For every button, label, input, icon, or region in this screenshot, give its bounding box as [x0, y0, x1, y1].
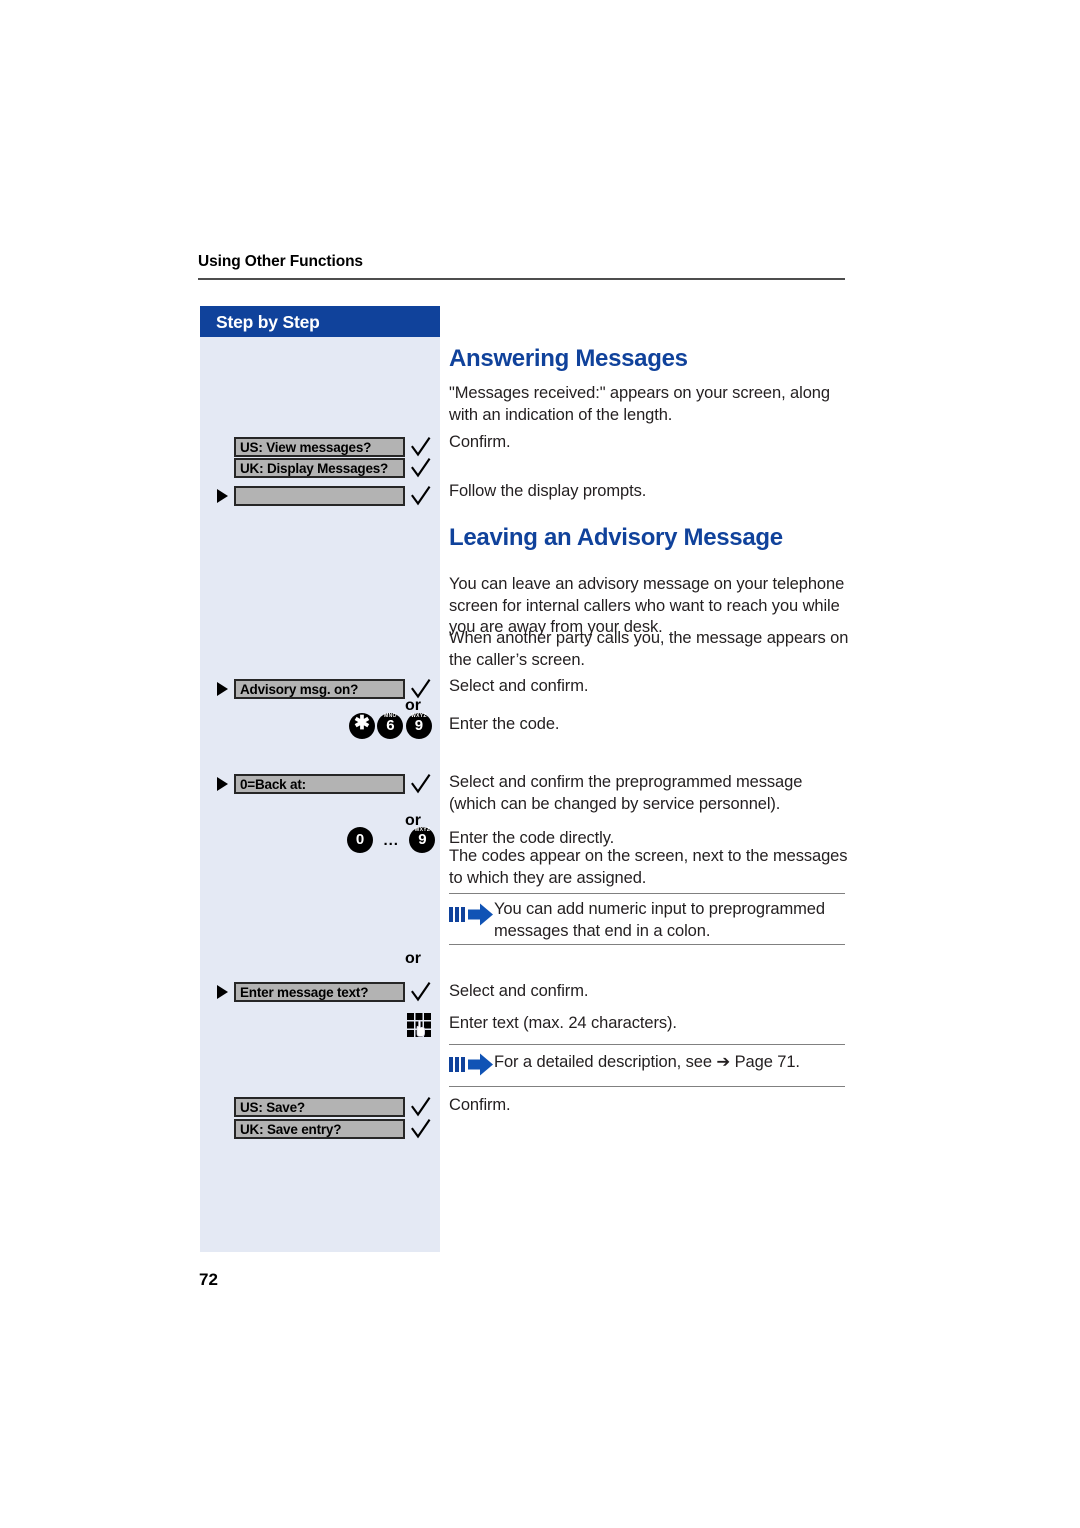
- key-9[interactable]: WXYZ 9: [405, 713, 432, 739]
- keypad-entry-icon: [406, 1012, 434, 1040]
- confirm-check-icon[interactable]: [410, 772, 432, 796]
- sidebar-header-bar: Step by Step: [200, 306, 440, 337]
- note-text-numeric-input: You can add numeric input to preprogramm…: [494, 900, 825, 940]
- running-head: Using Other Functions: [198, 253, 363, 270]
- step-label-confirm-1: Confirm.: [449, 433, 511, 451]
- display-prompt-box[interactable]: UK: Display Messages?: [234, 458, 405, 478]
- key-6[interactable]: MNO 6: [377, 713, 404, 739]
- section-heading-leaving-advisory-message: Leaving an Advisory Message: [449, 524, 783, 551]
- sidebar-row-us-save[interactable]: US: Save?: [200, 1097, 440, 1119]
- sidebar-header-label: Step by Step: [216, 312, 320, 332]
- key-range-separator: ...: [383, 831, 399, 849]
- display-prompt-box[interactable]: UK: Save entry?: [234, 1119, 405, 1139]
- confirm-check-icon[interactable]: [410, 484, 432, 508]
- key-9[interactable]: WXYZ 9: [409, 827, 436, 853]
- note2-rule-bottom: [449, 1086, 845, 1087]
- display-prompt-box[interactable]: Advisory msg. on?: [234, 679, 405, 699]
- confirm-check-icon[interactable]: [410, 980, 432, 1004]
- sidebar-row-uk-save-entry[interactable]: UK: Save entry?: [200, 1119, 440, 1141]
- section-heading-answering-messages: Answering Messages: [449, 345, 688, 372]
- step-label-confirm-2: Confirm.: [449, 1096, 511, 1114]
- select-triangle-icon: [217, 682, 228, 696]
- select-triangle-icon: [217, 985, 228, 999]
- step-by-step-sidebar: Step by Step US: View messages? UK: Disp…: [200, 306, 440, 1252]
- key-sequence-code[interactable]: ✱ MNO 6 WXYZ 9: [349, 713, 432, 739]
- step-label-select-confirm-2: Select and confirm.: [449, 982, 589, 1000]
- sidebar-row-us-view-messages[interactable]: US: View messages?: [200, 437, 440, 459]
- display-prompt-label: Advisory msg. on?: [240, 682, 359, 697]
- note-arrow-icon: [449, 901, 495, 929]
- step-label-enter-code: Enter the code.: [449, 715, 560, 733]
- display-prompt-box[interactable]: Enter message text?: [234, 982, 405, 1002]
- step-label-follow-prompts: Follow the display prompts.: [449, 482, 647, 500]
- sidebar-row-back-at[interactable]: 0=Back at:: [200, 774, 440, 796]
- display-prompt-box[interactable]: [234, 486, 405, 506]
- display-prompt-label: US: View messages?: [240, 440, 372, 455]
- confirm-check-icon[interactable]: [410, 1095, 432, 1119]
- display-prompt-label: UK: Save entry?: [240, 1122, 342, 1137]
- paragraph-advisory-intro-b: When another party calls you, the messag…: [449, 629, 849, 669]
- display-prompt-label: UK: Display Messages?: [240, 461, 389, 476]
- display-prompt-label: US: Save?: [240, 1100, 305, 1115]
- note-rule-bottom: [449, 944, 845, 945]
- display-prompt-box[interactable]: US: View messages?: [234, 437, 405, 457]
- note2-rule-top: [449, 1044, 845, 1045]
- key-range-direct[interactable]: 0 ... WXYZ 9: [347, 827, 436, 853]
- step-label-enter-text: Enter text (max. 24 characters).: [449, 1014, 677, 1032]
- step-label-select-confirm-1: Select and confirm.: [449, 677, 589, 695]
- paragraph-codes-appear: The codes appear on the screen, next to …: [449, 847, 848, 887]
- key-0[interactable]: 0: [347, 827, 373, 853]
- confirm-check-icon[interactable]: [410, 456, 432, 480]
- sidebar-row-blank-prompt[interactable]: [200, 486, 440, 508]
- step-label-select-confirm-preprogrammed: Select and confirm the preprogrammed mes…: [449, 773, 803, 813]
- display-prompt-box[interactable]: 0=Back at:: [234, 774, 405, 794]
- note-text-detailed-description: For a detailed description, see ➔ Page 7…: [494, 1053, 800, 1071]
- or-separator-3: or: [405, 950, 421, 967]
- manual-page: Using Other Functions Step by Step US: V…: [0, 0, 1080, 1528]
- select-triangle-icon: [217, 777, 228, 791]
- key-9-digit: 9: [418, 831, 427, 848]
- key-star[interactable]: ✱: [349, 713, 375, 739]
- key-9-digit: 9: [414, 717, 424, 734]
- key-0-digit: 0: [355, 831, 365, 848]
- sidebar-row-enter-message-text[interactable]: Enter message text?: [200, 982, 440, 1004]
- display-prompt-label: Enter message text?: [240, 985, 369, 1000]
- display-prompt-label: 0=Back at:: [240, 777, 306, 792]
- note-arrow-icon: [449, 1051, 495, 1079]
- display-prompt-box[interactable]: US: Save?: [234, 1097, 405, 1117]
- page-number: 72: [199, 1270, 218, 1289]
- header-rule: [198, 278, 845, 280]
- note-rule-top: [449, 893, 845, 894]
- confirm-check-icon[interactable]: [410, 1117, 432, 1141]
- select-triangle-icon: [217, 489, 228, 503]
- paragraph-messages-received: "Messages received:" appears on your scr…: [449, 384, 830, 424]
- sidebar-row-uk-display-messages[interactable]: UK: Display Messages?: [200, 458, 440, 480]
- key-star-digit: ✱: [354, 713, 370, 734]
- key-6-digit: 6: [386, 717, 395, 734]
